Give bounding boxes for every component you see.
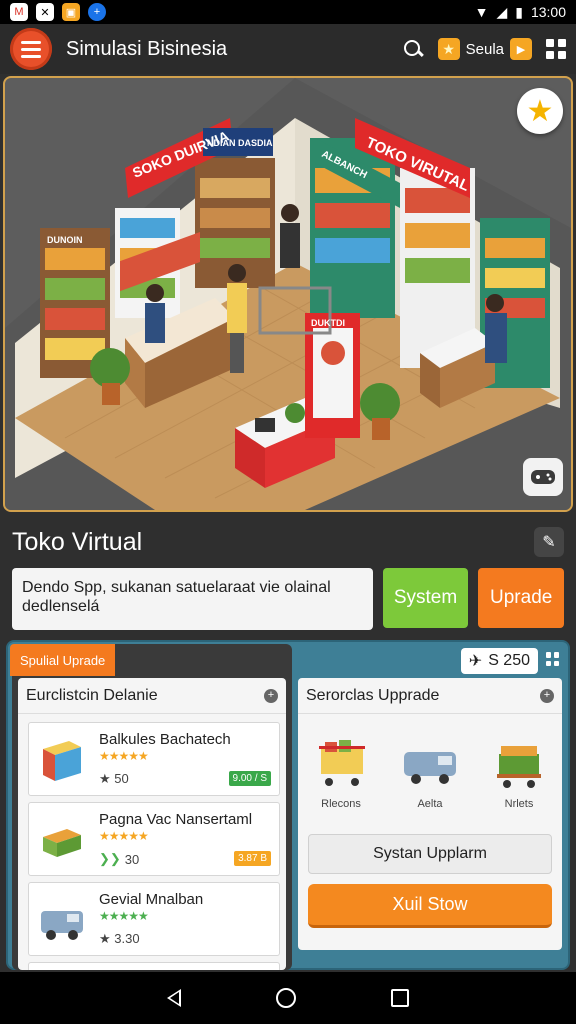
product-list-card: Eurclistcin Delanie + Balkules Bachatech… [18,678,286,970]
vehicle-label: Aelta [417,798,443,810]
start-button[interactable]: Xuil Stow [308,884,552,928]
special-upgrade-tag[interactable]: Spulial Uprade [10,644,116,676]
description-row: Dendo Spp, sukanan satuelaraat vie olain… [12,568,565,632]
item-stars: ★★★★★ [99,909,149,923]
produce-cart-icon [497,746,541,788]
vehicle-option[interactable]: Aelta [395,734,465,824]
add-icon[interactable]: + [264,688,278,703]
coin-icon: ✈ [468,653,483,670]
menu-button[interactable] [10,28,52,70]
coin-balance: ✈ S 250 [460,648,538,674]
machine-label-text: DUKTDI [311,318,345,328]
vehicle-option[interactable]: Nrlets [484,734,554,824]
edit-pencil-icon[interactable]: ✎ [534,527,564,557]
item-price: 3.87 B [234,851,271,866]
favorite-star-icon[interactable]: ★ [517,88,563,134]
item-meta: ★ 50 [99,771,129,786]
service-upgrade-title: Serorclas Upprade [306,686,440,704]
recents-icon[interactable] [390,989,409,1007]
grid-icon[interactable] [546,39,566,59]
folder-icon: ▣ [62,3,80,21]
vehicle-option[interactable]: Rlecons [306,734,376,824]
add-icon[interactable]: + [540,688,554,703]
upgrade-panel: Spulial Uprade ✈ S 250 Eurclistcin Delan… [6,640,570,970]
item-name: Gevial Mnalban [99,891,204,908]
store-description[interactable]: Dendo Spp, sukanan satuelaraat vie olain… [12,568,373,630]
star-chip-label: Seula [465,40,504,58]
upgrade-button[interactable]: Uprade [478,568,565,628]
gamepad-icon[interactable] [523,458,563,496]
star-icon: ★ [437,38,460,60]
search-icon[interactable] [402,38,424,60]
service-upgrade-header: Serorclas Upprade + [298,678,562,714]
service-upgrade-card: Serorclas Upprade + Rlecons Aelta Nrlets… [298,678,562,950]
item-price: 9.00 / S [228,771,271,786]
item-meta: ❯❯ 30 [99,851,139,867]
store-title-row: Toko Virtual ✎ [0,520,576,564]
sign-shelf-text: DUNOIN [47,235,83,245]
list-item[interactable] [28,962,280,970]
item-stars: ★★★★★ [99,749,149,763]
globe-icon: + [88,3,106,21]
vehicle-label: Rlecons [321,798,361,810]
item-stars: ★★★★★ [99,829,149,843]
store-name: Toko Virtual [12,527,143,556]
home-icon[interactable] [275,988,296,1008]
product-list-title: Eurclistcin Delanie [26,686,158,704]
vehicle-row: Rlecons Aelta Nrlets [306,734,554,824]
signal-icon: ◢ [496,3,508,20]
wifi-icon: ▼ [474,4,489,20]
item-name: Pagna Vac Nansertaml [99,811,253,828]
status-bar: M ✕ ▣ + ▼ ◢ ▮ 13:00 [0,0,576,24]
app-title: Simulasi Bisinesia [66,37,228,60]
tools-icon: ✕ [36,3,54,21]
leaf-icon: ❯❯ [99,851,121,866]
list-item[interactable]: Balkules Bachatech ★★★★★ ★ 50 9.00 / S [28,722,280,796]
van-icon [41,911,83,940]
item-meta: ★ 3.30 [99,931,140,946]
store-illustration: SOKO DUIRVIA TOKO VIRUTAL ALBANCH NDIAN … [5,78,571,510]
product-box-icon [43,741,81,781]
status-time: 13:00 [530,4,566,20]
list-item[interactable]: Pagna Vac Nansertaml ★★★★★ ❯❯ 30 3.87 B [28,802,280,876]
system-button[interactable]: System [382,568,469,628]
produce-crate-icon [43,829,81,857]
item-name: Balkules Bachatech [99,731,231,748]
vehicle-label: Nrlets [504,798,534,810]
battery-icon: ▮ [515,3,523,20]
item-meta-value: 30 [124,851,140,867]
star-chip[interactable]: ★ Seula ▶ [437,38,532,60]
android-nav-bar [0,972,576,1024]
coin-amount: S 250 [488,652,530,669]
gmail-icon: M [10,3,28,21]
product-list-header: Eurclistcin Delanie + [18,678,286,714]
system-upgrade-button[interactable]: Systan Upplarm [308,834,552,874]
play-icon: ▶ [510,38,532,60]
panel-grid-icon[interactable] [546,652,560,666]
back-icon[interactable] [167,989,182,1007]
list-item[interactable]: Gevial Mnalban ★★★★★ ★ 3.30 [28,882,280,956]
delivery-van-icon [404,752,456,784]
app-bar: Simulasi Bisinesia ★ Seula ▶ [0,24,576,74]
sign-small2-text: NDIAN DASDIA [207,138,273,148]
shopping-cart-icon [319,740,365,786]
store-scene[interactable]: SOKO DUIRVIA TOKO VIRUTAL ALBANCH NDIAN … [3,76,573,512]
